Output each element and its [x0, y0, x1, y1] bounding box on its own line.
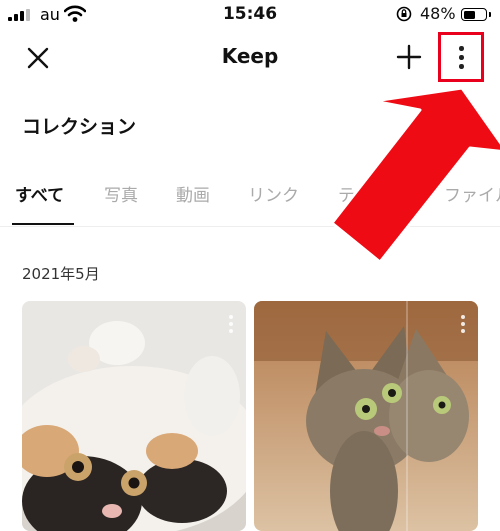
tabby-cat-photo — [254, 301, 478, 531]
tab-links[interactable]: リンク — [248, 181, 299, 206]
header-bar: Keep — [0, 30, 500, 88]
more-button[interactable] — [438, 32, 484, 82]
section-date: 2021年5月 — [22, 265, 100, 283]
status-bar: au 15:46 48% — [0, 0, 500, 30]
tab-photos[interactable]: 写真 — [104, 181, 138, 206]
page-title: Keep — [221, 44, 279, 68]
tab-files[interactable]: ファイル — [444, 181, 500, 206]
more-dot — [459, 55, 464, 60]
collection-selector-label[interactable]: コレクション — [22, 112, 136, 139]
tab-all[interactable]: すべて — [15, 181, 64, 206]
calico-cat-photo — [22, 301, 246, 531]
more-vertical-icon[interactable] — [228, 315, 234, 337]
keep-item-photo[interactable] — [22, 301, 246, 531]
battery-percent: 48% — [420, 4, 456, 23]
tab-text[interactable]: テキスト — [338, 181, 406, 206]
tab-videos[interactable]: 動画 — [176, 181, 210, 206]
battery-icon — [461, 8, 491, 21]
active-tab-indicator — [12, 223, 74, 225]
more-dot — [459, 64, 464, 69]
more-vertical-icon[interactable] — [460, 315, 466, 337]
category-tabs: すべて 写真 動画 リンク テキスト ファイル — [0, 178, 500, 226]
more-vertical-icon — [459, 46, 464, 51]
divider — [0, 226, 500, 227]
plus-icon[interactable] — [394, 42, 424, 72]
keep-item-photo[interactable] — [254, 301, 478, 531]
rotation-lock-icon — [396, 6, 412, 22]
chevron-down-icon[interactable] — [452, 116, 474, 132]
